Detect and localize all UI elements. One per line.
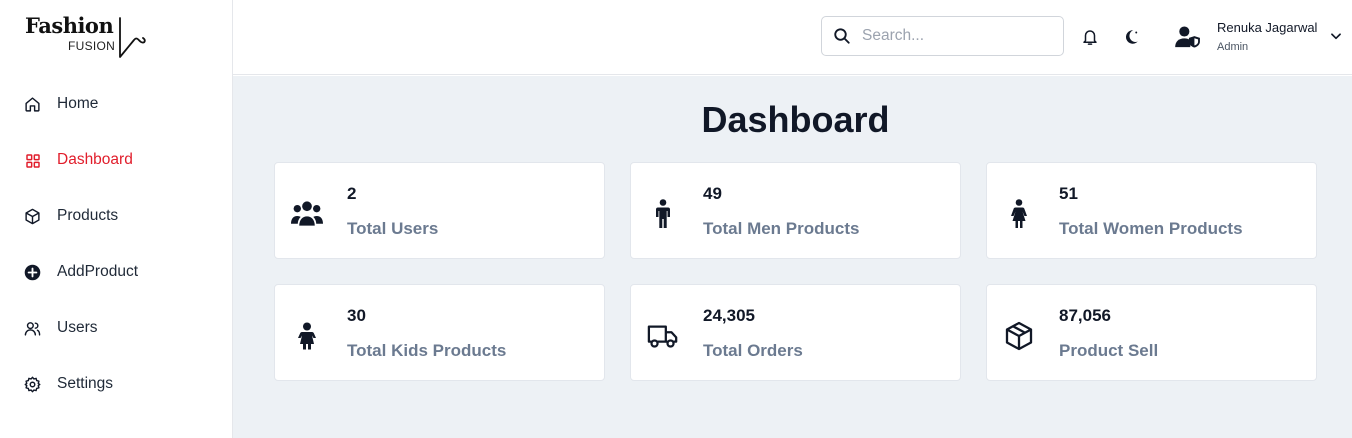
stat-card-kids-products[interactable]: 30 Total Kids Products bbox=[274, 284, 605, 381]
card-label: Total Kids Products bbox=[347, 341, 507, 360]
home-icon bbox=[24, 96, 41, 113]
card-value: 24,305 bbox=[703, 306, 755, 325]
sidebar-item-dashboard[interactable]: Dashboard bbox=[0, 140, 232, 180]
box-icon bbox=[24, 208, 41, 225]
users-group-icon bbox=[291, 198, 323, 230]
sidebar-item-settings[interactable]: Settings bbox=[0, 364, 232, 404]
stat-card-users[interactable]: 2 Total Users bbox=[274, 162, 605, 259]
brand-name: Fashion bbox=[25, 13, 114, 38]
card-value: 30 bbox=[347, 306, 366, 325]
gear-icon bbox=[24, 376, 41, 393]
card-label: Total Women Products bbox=[1059, 219, 1243, 238]
card-value: 2 bbox=[347, 184, 357, 203]
search-box[interactable] bbox=[821, 16, 1064, 56]
stat-card-orders[interactable]: 24,305 Total Orders bbox=[630, 284, 961, 381]
main-content: Dashboard 2 Total Users 49 Total Men Pro… bbox=[233, 76, 1352, 438]
stat-card-men-products[interactable]: 49 Total Men Products bbox=[630, 162, 961, 259]
card-label: Product Sell bbox=[1059, 341, 1159, 360]
man-icon bbox=[647, 198, 679, 230]
card-label: Total Users bbox=[347, 219, 439, 238]
bell-icon[interactable] bbox=[1081, 28, 1099, 46]
page-title: Dashboard bbox=[701, 99, 890, 140]
card-label: Total Men Products bbox=[703, 219, 860, 238]
moon-icon[interactable] bbox=[1122, 28, 1140, 46]
users-icon bbox=[24, 320, 41, 337]
truck-icon bbox=[647, 320, 679, 352]
user-role: Admin bbox=[1217, 41, 1249, 53]
sidebar-item-users[interactable]: Users bbox=[0, 308, 232, 348]
card-value: 49 bbox=[703, 184, 722, 203]
search-input[interactable] bbox=[862, 25, 1052, 47]
brand-subtitle: FUSION bbox=[68, 39, 116, 53]
stat-card-women-products[interactable]: 51 Total Women Products bbox=[986, 162, 1317, 259]
card-value: 51 bbox=[1059, 184, 1078, 203]
brand-logo[interactable]: Fashion FUSION bbox=[25, 12, 155, 62]
sidebar-item-label: Products bbox=[57, 207, 119, 224]
sidebar: Fashion FUSION Home Dashboard Products A… bbox=[0, 0, 233, 438]
sidebar-item-home[interactable]: Home bbox=[0, 84, 232, 124]
sidebar-item-label: Dashboard bbox=[57, 151, 133, 168]
user-shield-icon bbox=[1175, 26, 1200, 48]
sidebar-item-label: Settings bbox=[57, 375, 114, 392]
stat-card-product-sell[interactable]: 87,056 Product Sell bbox=[986, 284, 1317, 381]
user-menu[interactable]: Renuka Jagarwal Admin bbox=[1175, 16, 1345, 60]
woman-icon bbox=[1003, 198, 1035, 230]
card-value: 87,056 bbox=[1059, 306, 1111, 325]
user-name: Renuka Jagarwal bbox=[1217, 20, 1318, 35]
sidebar-item-products[interactable]: Products bbox=[0, 196, 232, 236]
card-label: Total Orders bbox=[703, 341, 803, 360]
plus-circle-icon bbox=[24, 264, 41, 281]
top-header: Renuka Jagarwal Admin bbox=[233, 0, 1352, 75]
child-icon bbox=[291, 320, 323, 352]
sidebar-item-label: AddProduct bbox=[57, 263, 138, 280]
cube-icon bbox=[1003, 320, 1035, 352]
hanger-icon bbox=[119, 17, 146, 58]
sidebar-item-label: Users bbox=[57, 319, 98, 336]
sidebar-item-label: Home bbox=[57, 95, 99, 112]
chevron-down-icon bbox=[1331, 33, 1341, 40]
sidebar-item-addproduct[interactable]: AddProduct bbox=[0, 252, 232, 292]
grid-icon bbox=[24, 152, 41, 169]
search-icon bbox=[834, 28, 850, 44]
